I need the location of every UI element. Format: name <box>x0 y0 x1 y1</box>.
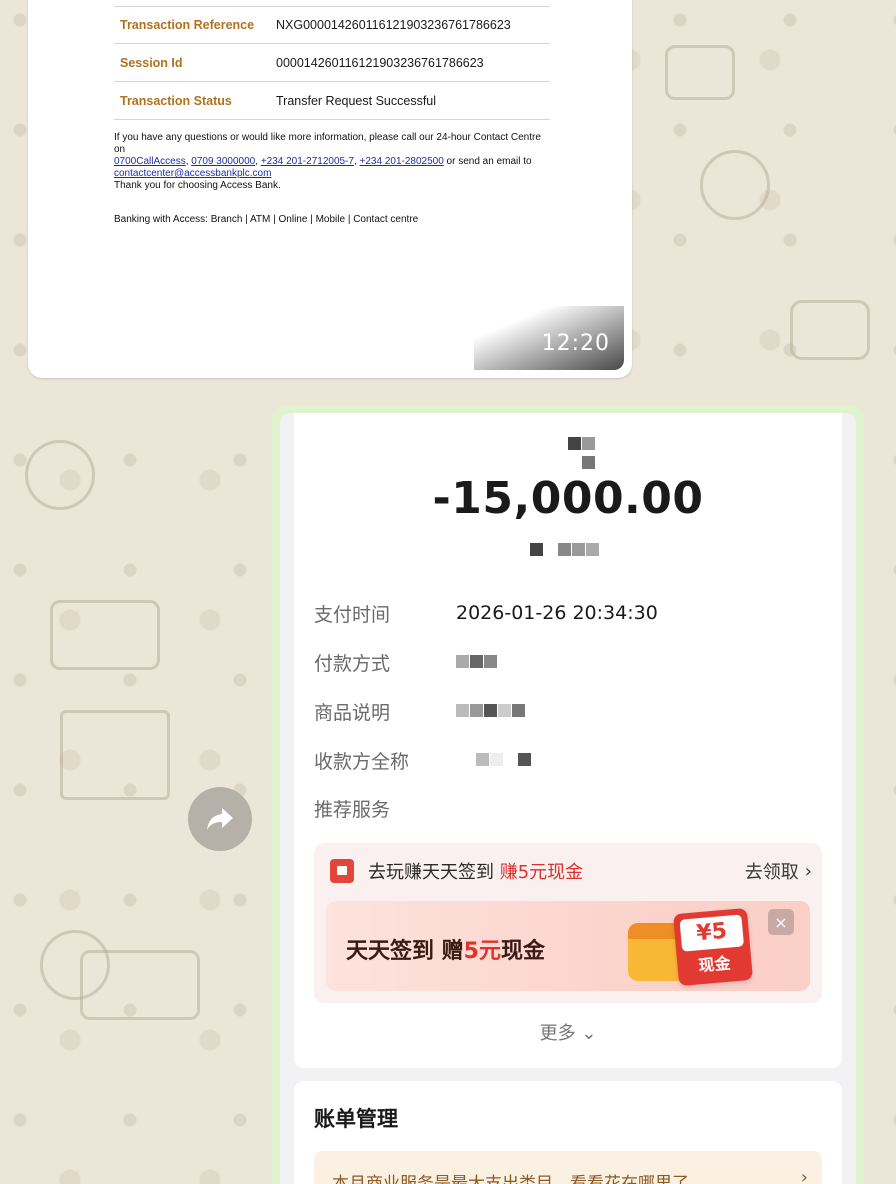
message-bubble-receipt-image[interactable]: Transaction Reference NXG000014260116121… <box>28 0 632 378</box>
wallpaper-doodle <box>25 440 95 510</box>
phone-link[interactable]: +234 201-2802500 <box>360 156 444 167</box>
close-icon[interactable]: × <box>768 909 794 935</box>
detail-label: 付款方式 <box>314 652 391 675</box>
wallpaper-doodle <box>60 710 170 800</box>
more-button[interactable]: 更多 ⌄ <box>294 1019 842 1045</box>
promo-header[interactable]: 去玩赚天天签到 赚5元现金 去领取 › <box>330 855 812 887</box>
wallpaper-doodle <box>700 150 770 220</box>
bill-title: 账单管理 <box>314 1107 398 1131</box>
detail-row-pay-time: 支付时间 2026-01-26 20:34:30 <box>314 598 658 628</box>
pixelated-merchant-logo <box>568 435 596 473</box>
receipt-value: 000014260116121903236761786623 <box>276 55 484 70</box>
chevron-right-icon: › <box>800 1167 808 1184</box>
pixelated-merchant-name <box>530 541 600 560</box>
detail-label: 商品说明 <box>314 701 391 724</box>
bill-tip[interactable]: 本月商业服务是最大支出类目，看看花在哪里了 › <box>314 1151 822 1184</box>
banner-highlight: 5元 <box>463 939 501 964</box>
claim-label: 去领取 <box>744 862 799 883</box>
detail-label: 收款方全称 <box>314 750 410 773</box>
more-label: 更多 <box>539 1023 576 1044</box>
chevron-down-icon: ⌄ <box>581 1023 597 1044</box>
receipt-value: Transfer Request Successful <box>276 93 437 108</box>
phone-link[interactable]: +234 201-2712005-7 <box>261 156 354 167</box>
contact-note: If you have any questions or would like … <box>114 132 541 191</box>
receipt-value: NXG000014260116121903236761786623 <box>276 18 511 32</box>
payment-detail-screen: -15,000.00 支付时间 2026-01-26 20:34:30 付款方式… <box>280 413 856 1184</box>
banner-suffix: 现金 <box>500 939 545 964</box>
phone-link[interactable]: 0709 3000000 <box>191 156 255 167</box>
banner-text: 天天签到 赠5元现金 <box>346 933 545 965</box>
banking-channels: Banking with Access: Branch | ATM | Onli… <box>114 214 419 225</box>
phone-link[interactable]: 0700CallAccess <box>114 156 186 167</box>
cash-label: 现金 <box>697 953 732 976</box>
receipt-label: Transaction Reference <box>120 18 255 32</box>
detail-row-pay-method: 付款方式 <box>314 647 498 677</box>
detail-value: 2026-01-26 20:34:30 <box>456 602 658 624</box>
detail-row-payee-name: 收款方全称 <box>314 745 532 775</box>
bank-receipt: Transaction Reference NXG000014260116121… <box>114 6 550 225</box>
banner-prefix: 天天签到 赠 <box>346 939 464 964</box>
contact-line: If you have any questions or would like … <box>114 132 541 155</box>
promo-title: 去玩赚天天签到 赚5元现金 <box>368 858 583 884</box>
bill-management-card: 账单管理 本月商业服务是最大支出类目，看看花在哪里了 › <box>294 1081 842 1184</box>
wallpaper-doodle <box>790 300 870 360</box>
forward-arrow-icon <box>207 808 233 830</box>
message-time: 12:20 <box>541 331 610 356</box>
cash-coupon-icon: ¥5 现金 <box>673 907 753 987</box>
thanks-text: Thank you for choosing Access Bank. <box>114 180 281 191</box>
forward-button[interactable] <box>188 787 252 851</box>
detail-row-item-desc: 商品说明 <box>314 696 526 726</box>
payment-amount: -15,000.00 <box>432 473 704 524</box>
receipt-row: Transaction Reference NXG000014260116121… <box>114 6 550 44</box>
pixelated-value <box>476 751 532 770</box>
detail-label: 推荐服务 <box>314 798 391 821</box>
cash-value: ¥5 <box>679 914 745 952</box>
promo-title-prefix: 去玩赚天天签到 <box>368 862 500 883</box>
receipt-label: Session Id <box>120 55 183 70</box>
detail-label: 支付时间 <box>314 603 391 626</box>
wallpaper-doodle <box>665 45 735 100</box>
claim-link[interactable]: 去领取 › <box>745 858 812 884</box>
pixelated-value <box>456 702 526 721</box>
receipt-label: Transaction Status <box>120 93 232 108</box>
wallpaper-doodle <box>80 950 200 1020</box>
bill-tip-text: 本月商业服务是最大支出类目，看看花在哪里了 <box>332 1174 689 1184</box>
message-bubble-payment-image[interactable]: -15,000.00 支付时间 2026-01-26 20:34:30 付款方式… <box>272 405 864 1184</box>
promo-title-highlight: 赚5元现金 <box>499 862 584 883</box>
calendar-icon <box>330 859 354 883</box>
checkin-banner[interactable]: 天天签到 赠5元现金 ¥5 现金 × <box>326 901 810 991</box>
wallpaper-doodle <box>50 600 160 670</box>
pixelated-value <box>456 653 498 672</box>
payment-card: -15,000.00 支付时间 2026-01-26 20:34:30 付款方式… <box>294 413 842 1068</box>
receipt-row: Session Id 00001426011612190323676178662… <box>114 44 550 82</box>
receipt-row: Transaction Status Transfer Request Succ… <box>114 82 550 120</box>
chevron-right-icon: › <box>804 860 812 882</box>
promo-card: 去玩赚天天签到 赚5元现金 去领取 › 天天签到 赠5元现金 ¥5 现金 × <box>314 843 822 1003</box>
email-prefix: or send an email to <box>446 156 532 167</box>
email-link[interactable]: contactcenter@accessbankplc.com <box>114 168 271 179</box>
detail-row-recommend: 推荐服务 <box>314 793 456 823</box>
